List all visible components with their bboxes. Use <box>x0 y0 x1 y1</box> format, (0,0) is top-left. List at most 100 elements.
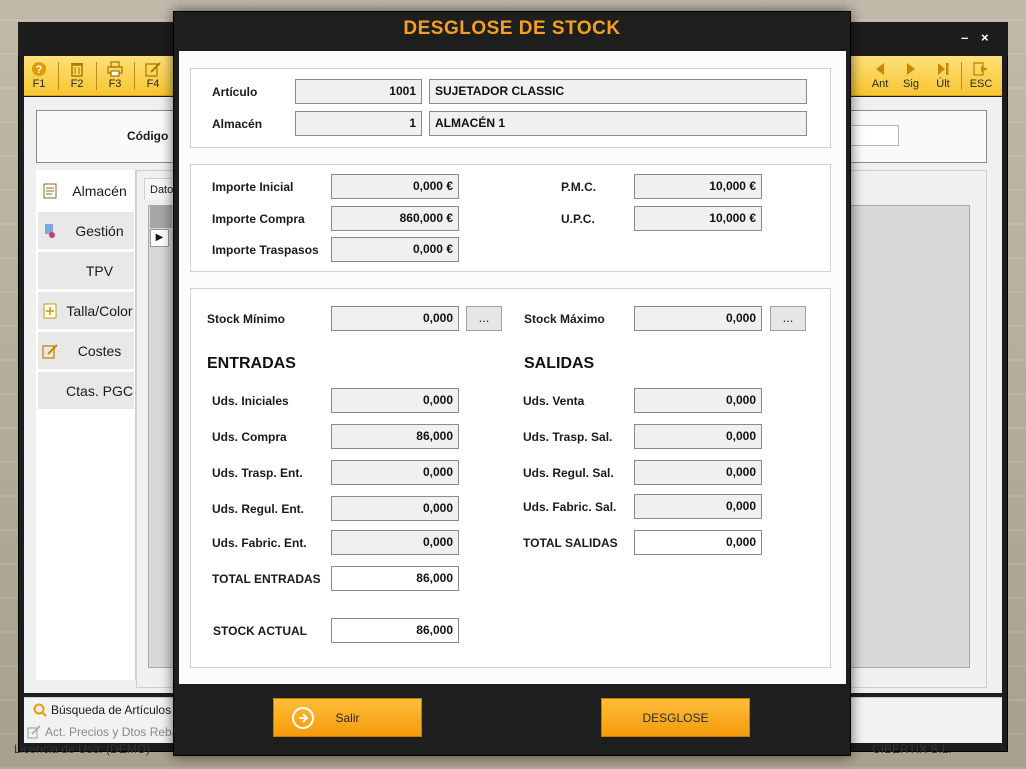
entradas-heading: ENTRADAS <box>207 355 296 372</box>
importe-inicial-label: Importe Inicial <box>212 180 294 194</box>
trash-icon <box>68 60 86 77</box>
close-button[interactable]: × <box>981 30 989 45</box>
busqueda-articulos-link[interactable]: Búsqueda de Artículos <box>32 702 171 718</box>
document-icon <box>41 182 59 200</box>
uds-compra-label: Uds. Compra <box>212 430 287 444</box>
toolbar-f4-button[interactable]: F4 <box>138 60 168 94</box>
dialog-title: DESGLOSE DE STOCK <box>403 18 621 39</box>
uds-trasp-ent-field[interactable]: 0,000 <box>331 460 459 485</box>
almacen-code-field[interactable]: 1 <box>295 111 422 136</box>
toolbar-ult-label: Últ <box>936 78 950 90</box>
toolbar-esc-button[interactable]: ESC <box>966 60 996 94</box>
edit-icon <box>144 60 162 77</box>
importe-traspasos-field[interactable]: 0,000 € <box>331 237 459 262</box>
uds-fabric-ent-label: Uds. Fabric. Ent. <box>212 536 307 550</box>
edit-icon <box>41 342 59 360</box>
exit-icon <box>972 60 990 77</box>
last-icon <box>934 60 952 77</box>
toolbar-separator <box>134 62 135 90</box>
toolbar-f2-button[interactable]: F2 <box>62 60 92 94</box>
articulo-code-field[interactable]: 1001 <box>295 79 422 104</box>
toolbar-f4-label: F4 <box>146 78 160 90</box>
pmc-field[interactable]: 10,000 € <box>634 174 762 199</box>
grid-row-indicator-icon[interactable]: ▶ <box>150 229 169 247</box>
busqueda-label: Búsqueda de Artículos <box>51 703 172 717</box>
sidebar-item-costes[interactable]: Costes <box>38 332 134 370</box>
stock-maximo-label: Stock Máximo <box>524 312 605 326</box>
license-text: Licencia de Uso: (DEMO) <box>14 742 151 756</box>
desglose-label: DESGLOSE <box>642 710 709 725</box>
desglose-button[interactable]: DESGLOSE <box>601 698 750 737</box>
sidebar-item-tpv[interactable]: TPV <box>38 252 134 290</box>
salir-button[interactable]: Salir <box>273 698 422 737</box>
salidas-heading: SALIDAS <box>524 355 595 372</box>
sidebar-item-label: Ctas. PGC <box>66 382 133 399</box>
code-label: Código <box>127 129 169 143</box>
sidebar-item-gestion[interactable]: Gestión <box>38 212 134 250</box>
toolbar-f2-label: F2 <box>70 78 84 90</box>
toolbar-ant-button[interactable]: Ant <box>865 60 895 94</box>
salir-label: Salir <box>335 710 360 725</box>
act-precios-link[interactable]: Act. Precios y Dtos Reba <box>26 724 178 740</box>
stock-minimo-label: Stock Mínimo <box>207 312 286 326</box>
gestion-icon <box>41 222 59 240</box>
uds-compra-field[interactable]: 86,000 <box>331 424 459 449</box>
articulo-label: Artículo <box>212 85 258 99</box>
importe-compra-field[interactable]: 860,000 € <box>331 206 459 231</box>
help-icon: ? <box>30 60 48 77</box>
toolbar-f3-button[interactable]: F3 <box>100 60 130 94</box>
toolbar-sig-button[interactable]: Sig <box>896 60 926 94</box>
stock-minimo-button[interactable]: ... <box>466 306 502 331</box>
uds-fabric-sal-field[interactable]: 0,000 <box>634 494 762 519</box>
uds-iniciales-label: Uds. Iniciales <box>212 394 289 408</box>
sidebar-item-talla-color[interactable]: Talla/Color <box>38 292 134 330</box>
sidebar-item-label: Gestión <box>75 222 124 239</box>
precios-label: Act. Precios y Dtos Reba <box>45 725 179 739</box>
almacen-name-field[interactable]: ALMACÉN 1 <box>429 111 807 136</box>
toolbar-ant-label: Ant <box>871 78 889 90</box>
toolbar-esc-label: ESC <box>969 78 993 90</box>
stock-maximo-field[interactable]: 0,000 <box>634 306 762 331</box>
pmc-label: P.M.C. <box>561 180 597 194</box>
search-icon <box>32 702 48 718</box>
articulo-name-field[interactable]: SUJETADOR CLASSIC <box>429 79 807 104</box>
sidebar-item-almacen[interactable]: Almacén <box>38 172 134 210</box>
total-entradas-label: TOTAL ENTRADAS <box>212 572 321 586</box>
print-icon <box>106 60 124 77</box>
edit-icon <box>26 724 42 740</box>
grid-header <box>150 206 172 228</box>
toolbar-sig-label: Sig <box>903 78 919 90</box>
toolbar-separator <box>96 62 97 90</box>
total-salidas-field[interactable]: 0,000 <box>634 530 762 555</box>
toolbar-f1-button[interactable]: ? F1 <box>24 60 54 94</box>
upc-field[interactable]: 10,000 € <box>634 206 762 231</box>
uds-venta-label: Uds. Venta <box>523 394 585 408</box>
uds-trasp-sal-field[interactable]: 0,000 <box>634 424 762 449</box>
total-salidas-label: TOTAL SALIDAS <box>523 536 618 550</box>
company-text: CIBERTIX S.L. <box>872 742 952 756</box>
uds-regul-sal-field[interactable]: 0,000 <box>634 460 762 485</box>
total-entradas-field[interactable]: 86,000 <box>331 566 459 591</box>
uds-iniciales-field[interactable]: 0,000 <box>331 388 459 413</box>
prev-icon <box>871 60 889 77</box>
svg-text:?: ? <box>36 64 43 76</box>
almacen-label: Almacén <box>212 117 263 131</box>
importe-inicial-field[interactable]: 0,000 € <box>331 174 459 199</box>
uds-trasp-ent-label: Uds. Trasp. Ent. <box>212 466 303 480</box>
next-icon <box>902 60 920 77</box>
toolbar-ult-button[interactable]: Últ <box>928 60 958 94</box>
add-document-icon <box>41 302 59 320</box>
toolbar-separator <box>58 62 59 90</box>
uds-fabric-ent-field[interactable]: 0,000 <box>331 530 459 555</box>
stock-actual-field[interactable]: 86,000 <box>331 618 459 643</box>
uds-venta-field[interactable]: 0,000 <box>634 388 762 413</box>
stock-maximo-button[interactable]: ... <box>770 306 806 331</box>
uds-regul-sal-label: Uds. Regul. Sal. <box>523 466 614 480</box>
sidebar-item-ctas-pgc[interactable]: Ctas. PGC <box>38 372 134 410</box>
uds-regul-ent-label: Uds. Regul. Ent. <box>212 502 305 516</box>
uds-regul-ent-field[interactable]: 0,000 <box>331 496 459 521</box>
uds-trasp-sal-label: Uds. Trasp. Sal. <box>523 430 613 444</box>
stock-minimo-field[interactable]: 0,000 <box>331 306 459 331</box>
code-input[interactable] <box>848 125 899 146</box>
minimize-button[interactable]: – <box>961 30 968 45</box>
